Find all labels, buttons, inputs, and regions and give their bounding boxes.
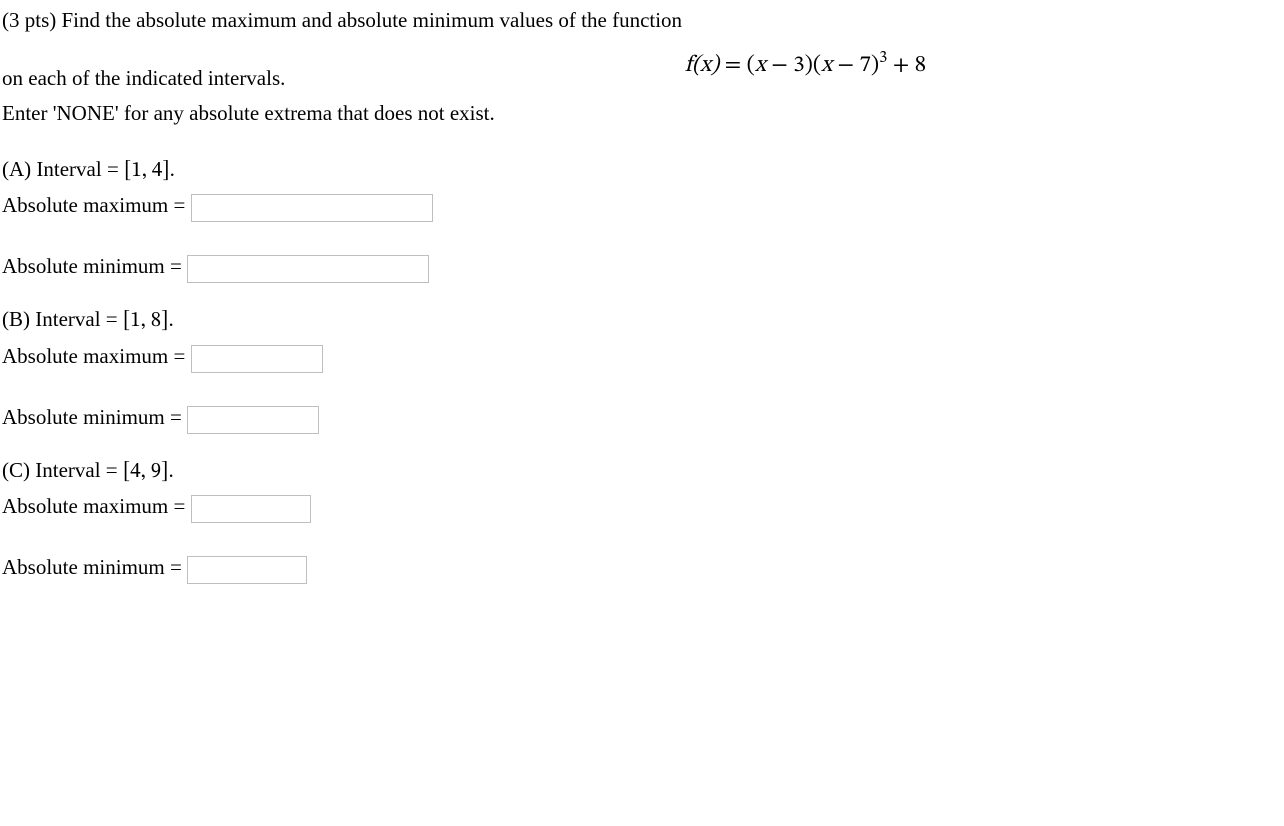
- part-b-b: 8: [151, 310, 161, 331]
- part-a-min-row: Absolute minimum =: [2, 252, 1252, 283]
- part-a-max-label: Absolute maximum =: [2, 193, 191, 217]
- c1: 3: [793, 54, 804, 77]
- part-a-min-input[interactable]: [187, 255, 429, 283]
- part-a-a: 1: [131, 160, 141, 181]
- part-a-comma: ,: [142, 160, 152, 181]
- part-a-period: .: [170, 157, 175, 181]
- part-b-max-input[interactable]: [191, 345, 323, 373]
- part-c-label: (C) Interval =: [2, 458, 123, 482]
- part-c-period: .: [168, 458, 173, 482]
- part-b: (B) Interval = [1, 8]. Absolute maximum …: [2, 305, 1252, 433]
- part-b-max-label: Absolute maximum =: [2, 344, 191, 368]
- m1: −: [766, 54, 793, 77]
- part-a-interval: (A) Interval = [1, 4].: [2, 155, 1252, 185]
- question-body: (3 pts) Find the absolute maximum and ab…: [2, 6, 1252, 584]
- c2: 7: [860, 54, 871, 77]
- part-a-label: (A) Interval =: [2, 157, 124, 181]
- part-b-period: .: [168, 307, 173, 331]
- part-c-min-input[interactable]: [187, 556, 307, 584]
- part-c: (C) Interval = [4, 9]. Absolute maximum …: [2, 456, 1252, 584]
- fx: f(x): [685, 54, 720, 77]
- m2: −: [832, 54, 859, 77]
- part-b-label: (B) Interval =: [2, 307, 123, 331]
- part-c-comma: ,: [141, 461, 151, 482]
- plus: +: [887, 54, 914, 77]
- exp: 3: [879, 49, 887, 66]
- part-a-max-row: Absolute maximum =: [2, 191, 1252, 222]
- lp1: (: [747, 54, 755, 77]
- part-c-a: 4: [130, 461, 140, 482]
- part-b-max-row: Absolute maximum =: [2, 342, 1252, 373]
- part-c-max-label: Absolute maximum =: [2, 494, 191, 518]
- part-b-a: 1: [130, 310, 140, 331]
- intro-row: on each of the indicated intervals. Ente…: [2, 40, 1252, 133]
- part-b-min-row: Absolute minimum =: [2, 403, 1252, 434]
- lp2: (: [813, 54, 821, 77]
- part-b-min-label: Absolute minimum =: [2, 405, 187, 429]
- part-c-max-input[interactable]: [191, 495, 311, 523]
- rp1: ): [805, 54, 813, 77]
- part-b-min-input[interactable]: [187, 406, 319, 434]
- intro-col: on each of the indicated intervals. Ente…: [2, 40, 495, 133]
- const: 8: [915, 54, 926, 77]
- part-c-min-label: Absolute minimum =: [2, 555, 187, 579]
- part-c-b: 9: [151, 461, 161, 482]
- eq: =: [719, 54, 746, 77]
- intervals-line: on each of the indicated intervals.: [2, 64, 495, 92]
- part-b-comma: ,: [141, 310, 151, 331]
- none-line: Enter 'NONE' for any absolute extrema th…: [2, 99, 495, 127]
- x2: x: [821, 54, 832, 77]
- part-c-max-row: Absolute maximum =: [2, 492, 1252, 523]
- part-a-b: 4: [152, 160, 162, 181]
- part-a-rbracket: ]: [162, 160, 169, 181]
- function-formula: f(x) = (x − 3)(x − 7)3 + 8: [515, 40, 1252, 81]
- rp2: ): [871, 54, 879, 77]
- part-a-min-label: Absolute minimum =: [2, 254, 187, 278]
- part-c-interval: (C) Interval = [4, 9].: [2, 456, 1252, 486]
- part-b-interval: (B) Interval = [1, 8].: [2, 305, 1252, 335]
- part-c-min-row: Absolute minimum =: [2, 553, 1252, 584]
- intro-line: (3 pts) Find the absolute maximum and ab…: [2, 6, 1252, 34]
- part-a: (A) Interval = [1, 4]. Absolute maximum …: [2, 155, 1252, 283]
- part-a-max-input[interactable]: [191, 194, 433, 222]
- x1: x: [755, 54, 766, 77]
